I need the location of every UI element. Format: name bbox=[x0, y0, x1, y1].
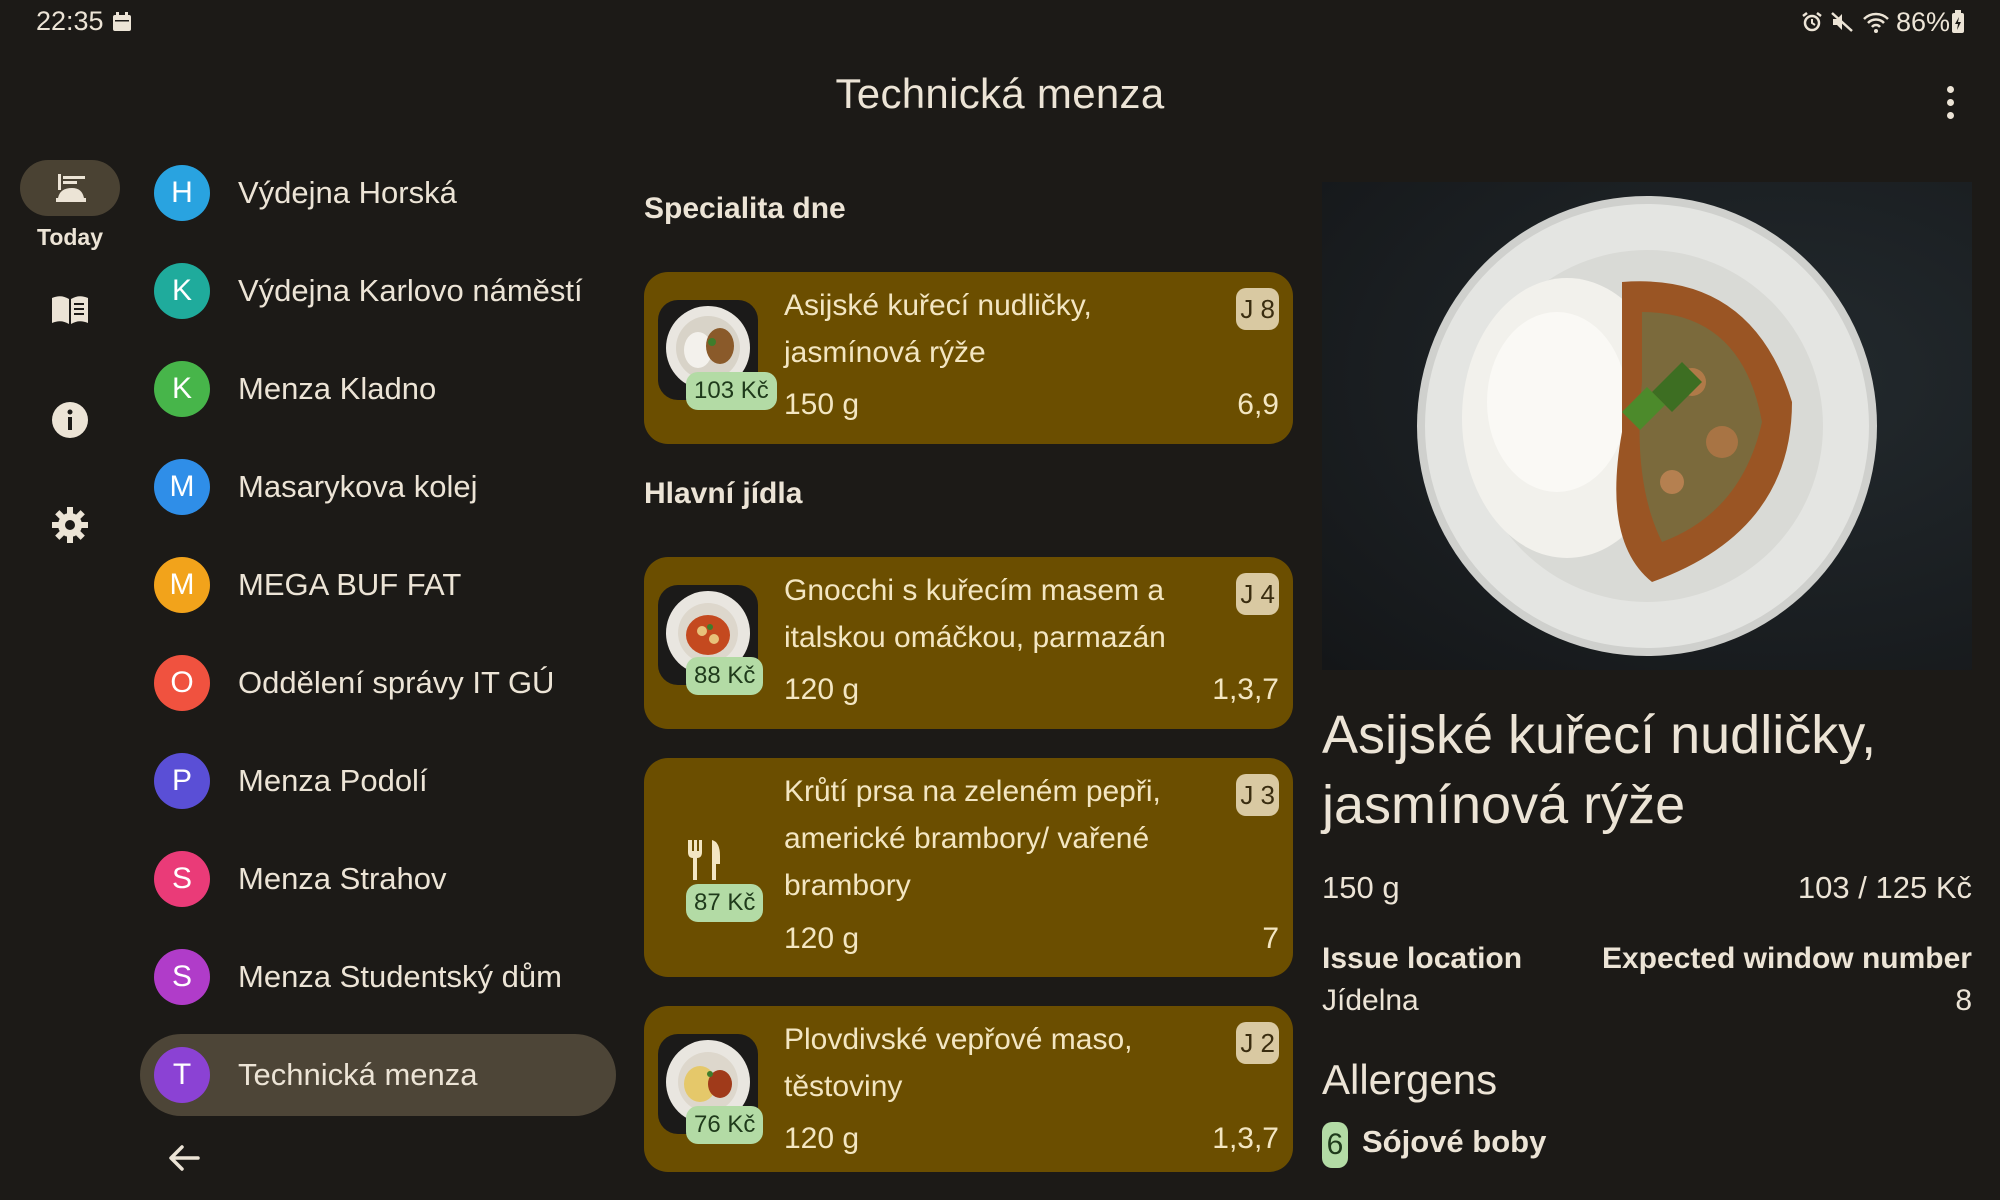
avatar-initial: H bbox=[171, 176, 193, 209]
rail-item-menu[interactable] bbox=[20, 290, 120, 330]
avatar-initial: T bbox=[172, 1058, 192, 1091]
canteen-name: MEGA BUF FAT bbox=[238, 567, 462, 602]
dish-name: Asijské kuřecí nudličky, jasmínová rýže bbox=[784, 289, 1092, 369]
detail-weight: 150 g bbox=[1322, 870, 1400, 905]
battery-icon bbox=[1952, 10, 1964, 33]
canteen-name: Masarykova kolej bbox=[238, 469, 478, 504]
canteen-name: Menza Studentský dům bbox=[238, 959, 562, 994]
avatar: O bbox=[154, 655, 210, 711]
cutlery-icon bbox=[688, 840, 720, 880]
canteen-item[interactable]: K Menza Kladno bbox=[140, 348, 616, 430]
price-badge: 88 Kč bbox=[686, 657, 764, 695]
price-badge: 87 Kč bbox=[686, 884, 764, 922]
dish-card[interactable]: 87 Kč Krůtí prsa na zeleném pepři, ameri… bbox=[644, 758, 1293, 977]
dish-allergens: 1,3,7 bbox=[1212, 673, 1279, 706]
allergen-name: Sójové boby bbox=[1362, 1124, 1547, 1159]
price-badge: 76 Kč bbox=[686, 1106, 764, 1144]
rail-item-info[interactable] bbox=[20, 400, 120, 440]
status-time: 22:35 bbox=[36, 6, 104, 36]
canteen-item[interactable]: M Masarykova kolej bbox=[140, 446, 616, 528]
avatar: S bbox=[154, 851, 210, 907]
settings-icon bbox=[52, 507, 88, 543]
window-number-value: 8 bbox=[1955, 984, 1972, 1017]
allergen-number-badge: 6 bbox=[1322, 1122, 1348, 1168]
avatar: P bbox=[154, 753, 210, 809]
dish-name: Gnocchi s kuřecím masem a italskou omáčk… bbox=[784, 574, 1166, 654]
avatar-initial: S bbox=[171, 960, 192, 993]
dish-weight: 120 g bbox=[784, 1122, 860, 1155]
rail-item-today[interactable]: Today bbox=[20, 160, 120, 251]
avatar-initial: M bbox=[169, 568, 195, 601]
wifi-icon bbox=[1863, 12, 1889, 33]
app-title: Technická menza bbox=[835, 70, 1165, 117]
food-today-icon bbox=[56, 174, 86, 202]
canteen-item[interactable]: M MEGA BUF FAT bbox=[140, 544, 616, 626]
avatar-initial: P bbox=[171, 764, 192, 797]
avatar-initial: S bbox=[171, 862, 192, 895]
avatar: S bbox=[154, 949, 210, 1005]
menu-book-icon bbox=[52, 296, 88, 324]
dish-allergens: 6,9 bbox=[1237, 388, 1279, 421]
canteen-item[interactable]: O Oddělení správy IT GÚ bbox=[140, 642, 616, 724]
window-badge: J 3 bbox=[1236, 774, 1279, 816]
dish-card[interactable]: 76 Kč Plovdivské vepřové maso, těstoviny… bbox=[644, 1006, 1293, 1172]
window-badge: J 4 bbox=[1236, 573, 1279, 615]
avatar-initial: K bbox=[171, 372, 192, 405]
dish-allergens: 1,3,7 bbox=[1212, 1122, 1279, 1155]
detail-dish-title: Asijské kuřecí nudličky, jasmínová rýže bbox=[1322, 705, 1877, 835]
canteen-item[interactable]: S Menza Strahov bbox=[140, 838, 616, 920]
dish-weight: 150 g bbox=[784, 388, 860, 421]
dish-card[interactable]: 88 Kč Gnocchi s kuřecím masem a italskou… bbox=[644, 557, 1293, 729]
more-vert-icon[interactable] bbox=[1930, 82, 1970, 122]
avatar: M bbox=[154, 557, 210, 613]
avatar: M bbox=[154, 459, 210, 515]
avatar: H bbox=[154, 165, 210, 221]
issue-location-value: Jídelna bbox=[1322, 984, 1419, 1017]
dish-detail-photo bbox=[1322, 182, 1972, 670]
canteen-item-selected[interactable]: T Technická menza bbox=[140, 1034, 616, 1116]
issue-location-label: Issue location bbox=[1322, 942, 1523, 975]
dish-name: Plovdivské vepřové maso, těstoviny bbox=[784, 1023, 1133, 1103]
canteen-item[interactable]: H Výdejna Horská bbox=[140, 152, 616, 234]
dish-card[interactable]: 103 Kč Asijské kuřecí nudličky, jasmínov… bbox=[644, 272, 1293, 444]
dish-weight: 120 g bbox=[784, 922, 860, 955]
detail-price: 103 / 125 Kč bbox=[1797, 870, 1972, 905]
price-badge: 103 Kč bbox=[686, 372, 777, 410]
mute-icon bbox=[1831, 12, 1853, 32]
dish-allergens: 7 bbox=[1262, 922, 1279, 955]
section-header-main: Hlavní jídla bbox=[644, 477, 803, 510]
canteen-name: Menza Podolí bbox=[238, 763, 428, 798]
calendar-icon bbox=[113, 12, 131, 31]
rail-pill-today bbox=[20, 160, 120, 216]
dish-weight: 120 g bbox=[784, 673, 860, 706]
avatar: K bbox=[154, 263, 210, 319]
dish-name: Krůtí prsa na zeleném pepři, americké br… bbox=[784, 775, 1161, 902]
canteen-item[interactable]: S Menza Studentský dům bbox=[140, 936, 616, 1018]
avatar-initial: O bbox=[170, 666, 194, 699]
avatar: K bbox=[154, 361, 210, 417]
canteen-name: Technická menza bbox=[238, 1057, 478, 1092]
info-icon bbox=[52, 402, 88, 438]
canteen-name: Menza Strahov bbox=[238, 861, 447, 896]
alarm-icon bbox=[1802, 12, 1822, 32]
avatar: T bbox=[154, 1047, 210, 1103]
section-header-special: Specialita dne bbox=[644, 192, 846, 225]
back-arrow-icon[interactable] bbox=[160, 1134, 208, 1182]
rail-label-today: Today bbox=[36, 224, 104, 250]
allergens-heading: Allergens bbox=[1322, 1056, 1498, 1103]
canteen-item[interactable]: P Menza Podolí bbox=[140, 740, 616, 822]
window-badge: J 8 bbox=[1236, 288, 1279, 330]
rail-item-settings[interactable] bbox=[20, 505, 120, 545]
window-number-label: Expected window number bbox=[1601, 942, 1972, 975]
canteen-name: Výdejna Horská bbox=[238, 175, 457, 210]
battery-percentage: 86% bbox=[1896, 7, 1951, 37]
canteen-name: Menza Kladno bbox=[238, 371, 437, 406]
canteen-name: Výdejna Karlovo náměstí bbox=[238, 273, 583, 308]
canteen-item[interactable]: K Výdejna Karlovo náměstí bbox=[140, 250, 616, 332]
avatar-initial: M bbox=[169, 470, 195, 503]
avatar-initial: K bbox=[171, 274, 192, 307]
canteen-name: Oddělení správy IT GÚ bbox=[238, 665, 555, 700]
window-badge: J 2 bbox=[1236, 1022, 1279, 1064]
